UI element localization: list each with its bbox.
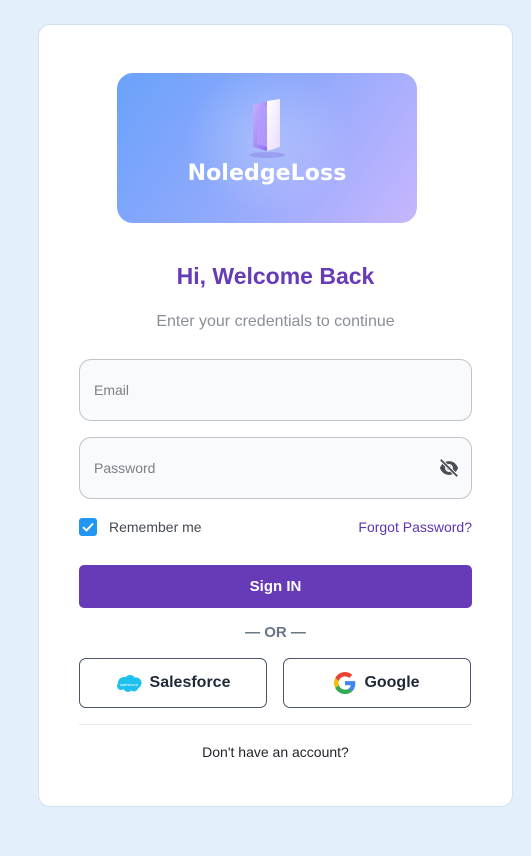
eye-off-icon[interactable]: [437, 456, 461, 480]
google-login-button[interactable]: Google: [283, 658, 471, 708]
password-field: [79, 437, 472, 499]
page-title: Hi, Welcome Back: [176, 263, 375, 289]
svg-text:salesforce: salesforce: [119, 682, 138, 687]
sign-in-button[interactable]: Sign IN: [79, 565, 472, 608]
signup-link[interactable]: Don't have an account?: [39, 744, 512, 760]
page-subtitle: Enter your credentials to continue: [156, 313, 395, 330]
footer-divider: [79, 724, 472, 725]
google-label: Google: [364, 674, 420, 691]
salesforce-label: Salesforce: [149, 674, 231, 691]
remember-me-label: Remember me: [109, 519, 202, 535]
salesforce-login-button[interactable]: salesforce Salesforce: [79, 658, 267, 708]
forgot-password-link[interactable]: Forgot Password?: [358, 519, 472, 535]
brand-banner: NoledgeLoss: [117, 73, 417, 223]
remember-me-checkbox[interactable]: Remember me: [79, 517, 202, 537]
salesforce-icon: salesforce: [116, 674, 142, 692]
login-card: NoledgeLoss Hi, Welcome Back Enter your …: [38, 24, 513, 807]
checkbox-checked-icon[interactable]: [79, 518, 97, 536]
or-divider: — OR —: [245, 624, 306, 641]
google-icon: [334, 672, 356, 694]
email-input[interactable]: [80, 360, 471, 420]
brand-logo-text: NoledgeLoss: [187, 161, 347, 186]
password-input[interactable]: [80, 438, 471, 498]
book-logo-icon: [249, 99, 285, 158]
email-field: [79, 359, 472, 421]
